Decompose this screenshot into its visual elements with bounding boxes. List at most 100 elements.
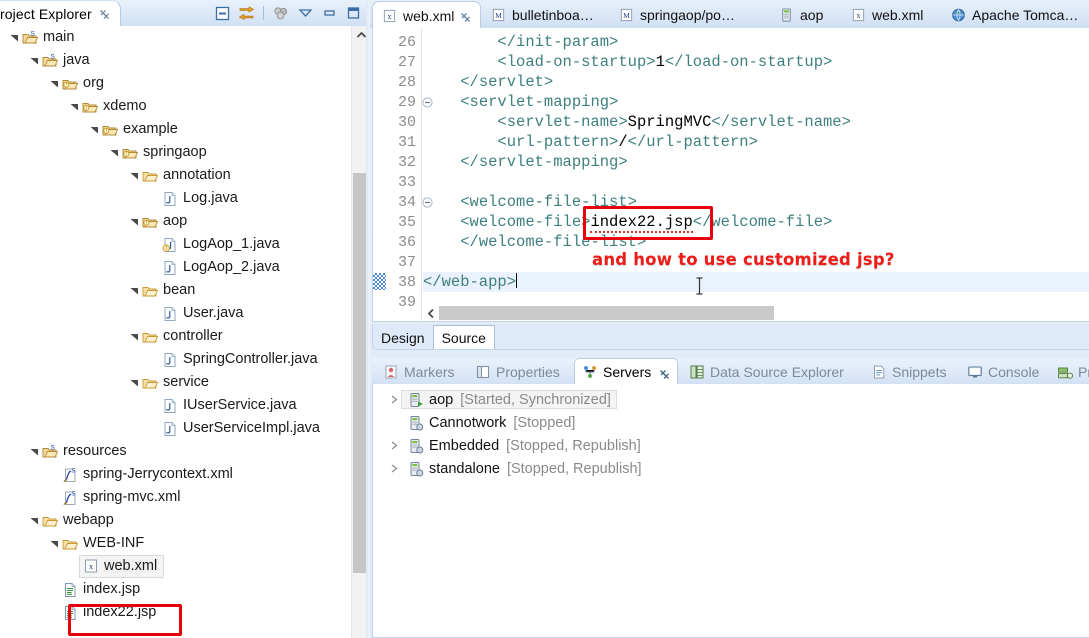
tree-item-main[interactable]: Smain bbox=[0, 26, 352, 49]
server-name: standalone bbox=[429, 460, 500, 477]
editor-hscrollbar[interactable] bbox=[423, 305, 1089, 321]
code-line-31[interactable]: <url-pattern>/</url-pattern> bbox=[423, 132, 757, 152]
code-line-28[interactable]: </servlet> bbox=[423, 72, 553, 92]
tree-twisty-icon[interactable] bbox=[28, 440, 41, 463]
tree-item-iuserservice-java[interactable]: IUserService.java bbox=[0, 394, 352, 417]
view-filter-icon[interactable] bbox=[270, 2, 292, 24]
tree-item-springaop[interactable]: ! springaop bbox=[0, 141, 352, 164]
code-content[interactable]: </init-param> <load-on-startup>1</load-o… bbox=[423, 28, 1089, 321]
tree-item-spring-jerrycontext-xml[interactable]: Sspring-Jerrycontext.xml bbox=[0, 463, 352, 486]
code-line-30[interactable]: <servlet-name>SpringMVC</servlet-name> bbox=[423, 112, 850, 132]
tab-design[interactable]: Design bbox=[373, 327, 433, 349]
tree-item-resources[interactable]: Sresources bbox=[0, 440, 352, 463]
jsp-file-icon bbox=[61, 604, 79, 622]
tree-item-bean[interactable]: bean bbox=[0, 279, 352, 302]
tree-twisty-icon[interactable] bbox=[48, 532, 61, 555]
tree-item-user-java[interactable]: User.java bbox=[0, 302, 352, 325]
server-row-embedded[interactable]: Embedded [Stopped, Republish] bbox=[373, 434, 1089, 457]
editor-tab-bulletinboa-[interactable]: Mbulletinboa… bbox=[482, 2, 603, 28]
close-icon[interactable] bbox=[99, 9, 110, 20]
tree-item-service[interactable]: service bbox=[0, 371, 352, 394]
tree-item-xdemo[interactable]: ! xdemo bbox=[0, 95, 352, 118]
code-line-34[interactable]: <welcome-file-list> bbox=[423, 192, 637, 212]
code-line-35[interactable]: <welcome-file>index22.jsp</welcome-file> bbox=[423, 212, 832, 233]
tree-item-spring-mvc-xml[interactable]: Sspring-mvc.xml bbox=[0, 486, 352, 509]
tree-twisty-icon[interactable] bbox=[28, 49, 41, 72]
project-explorer-tabbar: roject Explorer bbox=[0, 0, 370, 27]
tree-item-annotation[interactable]: annotation bbox=[0, 164, 352, 187]
line-number-text: 36 bbox=[397, 233, 416, 251]
close-icon[interactable] bbox=[659, 367, 670, 379]
tree-item-java[interactable]: Sjava bbox=[0, 49, 352, 72]
tab-source[interactable]: Source bbox=[432, 325, 495, 349]
code-line-29[interactable]: <servlet-mapping> bbox=[423, 92, 618, 112]
tree-item-aop[interactable]: ! aop bbox=[0, 210, 352, 233]
tab-project-explorer[interactable]: roject Explorer bbox=[0, 0, 121, 27]
tree-item-controller[interactable]: controller bbox=[0, 325, 352, 348]
tree-twisty-icon[interactable] bbox=[108, 141, 121, 164]
bottom-tab-snippets[interactable]: Snippets bbox=[864, 359, 953, 384]
collapse-all-icon[interactable] bbox=[211, 2, 233, 24]
code-line-32[interactable]: </servlet-mapping> bbox=[423, 152, 627, 172]
bottom-tab-markers[interactable]: Markers bbox=[376, 359, 462, 384]
bottom-tab-console[interactable]: Console bbox=[960, 359, 1046, 384]
code-line-26[interactable]: </init-param> bbox=[423, 32, 618, 52]
maven-file-icon: M bbox=[491, 8, 506, 23]
tree-item-springcontroller-java[interactable]: SpringController.java bbox=[0, 348, 352, 371]
scroll-left-icon[interactable] bbox=[423, 305, 439, 321]
xml-source-editor[interactable]: 26 27 28 29 30 31 32 33 34 35 36 37 38 39 </init-para… bbox=[372, 28, 1089, 322]
servers-view[interactable]: aop [Started, Synchronized] Cannotwork [Sto… bbox=[372, 384, 1089, 638]
tree-item-logaop-2-java[interactable]: LogAop_2.java bbox=[0, 256, 352, 279]
code-token: </servlet> bbox=[460, 73, 554, 91]
tree-item-web-inf[interactable]: WEB-INF bbox=[0, 532, 352, 555]
tree-item-web-xml[interactable]: x web.xml bbox=[0, 555, 352, 578]
minimize-icon[interactable] bbox=[318, 2, 340, 24]
tree-twisty-icon[interactable] bbox=[128, 371, 141, 394]
tree-item-org[interactable]: ! org bbox=[0, 72, 352, 95]
tree-twisty-icon[interactable] bbox=[128, 325, 141, 348]
bottom-tab-label: Progress bbox=[1078, 363, 1089, 380]
bottom-tab-properties[interactable]: Properties bbox=[468, 359, 567, 384]
server-row-aop[interactable]: aop [Started, Synchronized] bbox=[373, 388, 1089, 411]
server-row-cannotwork[interactable]: Cannotwork [Stopped] bbox=[373, 411, 1089, 434]
project-tree[interactable]: Smain Sjava! org! xdemo! example! springaop an… bbox=[0, 26, 352, 638]
tree-item-userserviceimpl-java[interactable]: UserServiceImpl.java bbox=[0, 417, 352, 440]
maximize-icon[interactable] bbox=[342, 2, 364, 24]
tree-twisty-icon[interactable] bbox=[68, 95, 81, 118]
editor-tab-web-xml[interactable]: x web.xml bbox=[372, 1, 482, 29]
tree-item-webapp[interactable]: webapp bbox=[0, 509, 352, 532]
editor-tab-springaop-po-[interactable]: Mspringaop/po… bbox=[610, 2, 744, 28]
tree-item-index22-jsp[interactable]: index22.jsp bbox=[0, 601, 352, 624]
hscrollbar-thumb[interactable] bbox=[439, 306, 774, 320]
tree-twisty-icon[interactable] bbox=[128, 164, 141, 187]
editor-tab-apache-tomca-[interactable]: Apache Tomca… bbox=[942, 2, 1087, 28]
tree-twisty-icon[interactable] bbox=[88, 118, 101, 141]
tree-twisty-icon[interactable] bbox=[8, 26, 21, 49]
tree-twisty-icon[interactable] bbox=[128, 279, 141, 302]
expand-arrow-icon[interactable] bbox=[387, 388, 401, 411]
tree-item-label: User.java bbox=[183, 305, 244, 322]
tree-item-example[interactable]: ! example bbox=[0, 118, 352, 141]
editor-tab-aop[interactable]: aop bbox=[770, 2, 832, 28]
expand-arrow-icon[interactable] bbox=[387, 434, 401, 457]
tree-item-log-java[interactable]: Log.java bbox=[0, 187, 352, 210]
expand-arrow-icon[interactable] bbox=[387, 457, 401, 480]
server-row-standalone[interactable]: standalone [Stopped, Republish] bbox=[373, 457, 1089, 480]
tree-twisty-icon[interactable] bbox=[28, 509, 41, 532]
tree-twisty-icon[interactable] bbox=[48, 72, 61, 95]
line-number-text: 38 bbox=[397, 273, 416, 291]
close-icon[interactable] bbox=[460, 10, 471, 22]
code-line-27[interactable]: <load-on-startup>1</load-on-startup> bbox=[423, 52, 832, 72]
code-line-36[interactable]: </welcome-file-list> bbox=[423, 232, 646, 252]
tree-item-index-jsp[interactable]: index.jsp bbox=[0, 578, 352, 601]
editor-tab-web-xml[interactable]: x web.xml bbox=[842, 2, 932, 28]
bottom-tab-progress[interactable]: Progress bbox=[1050, 359, 1089, 384]
bottom-tab-data-source-explorer[interactable]: Data Source Explorer bbox=[682, 359, 851, 384]
bottom-tab-servers[interactable]: Servers bbox=[574, 358, 679, 385]
tree-twisty-icon[interactable] bbox=[128, 210, 141, 233]
view-menu-icon[interactable] bbox=[294, 2, 316, 24]
tree-item-logaop-1-java[interactable]: ! LogAop_1.java bbox=[0, 233, 352, 256]
code-line-38[interactable]: </web-app> bbox=[423, 272, 1089, 292]
link-with-editor-icon[interactable] bbox=[235, 2, 257, 24]
